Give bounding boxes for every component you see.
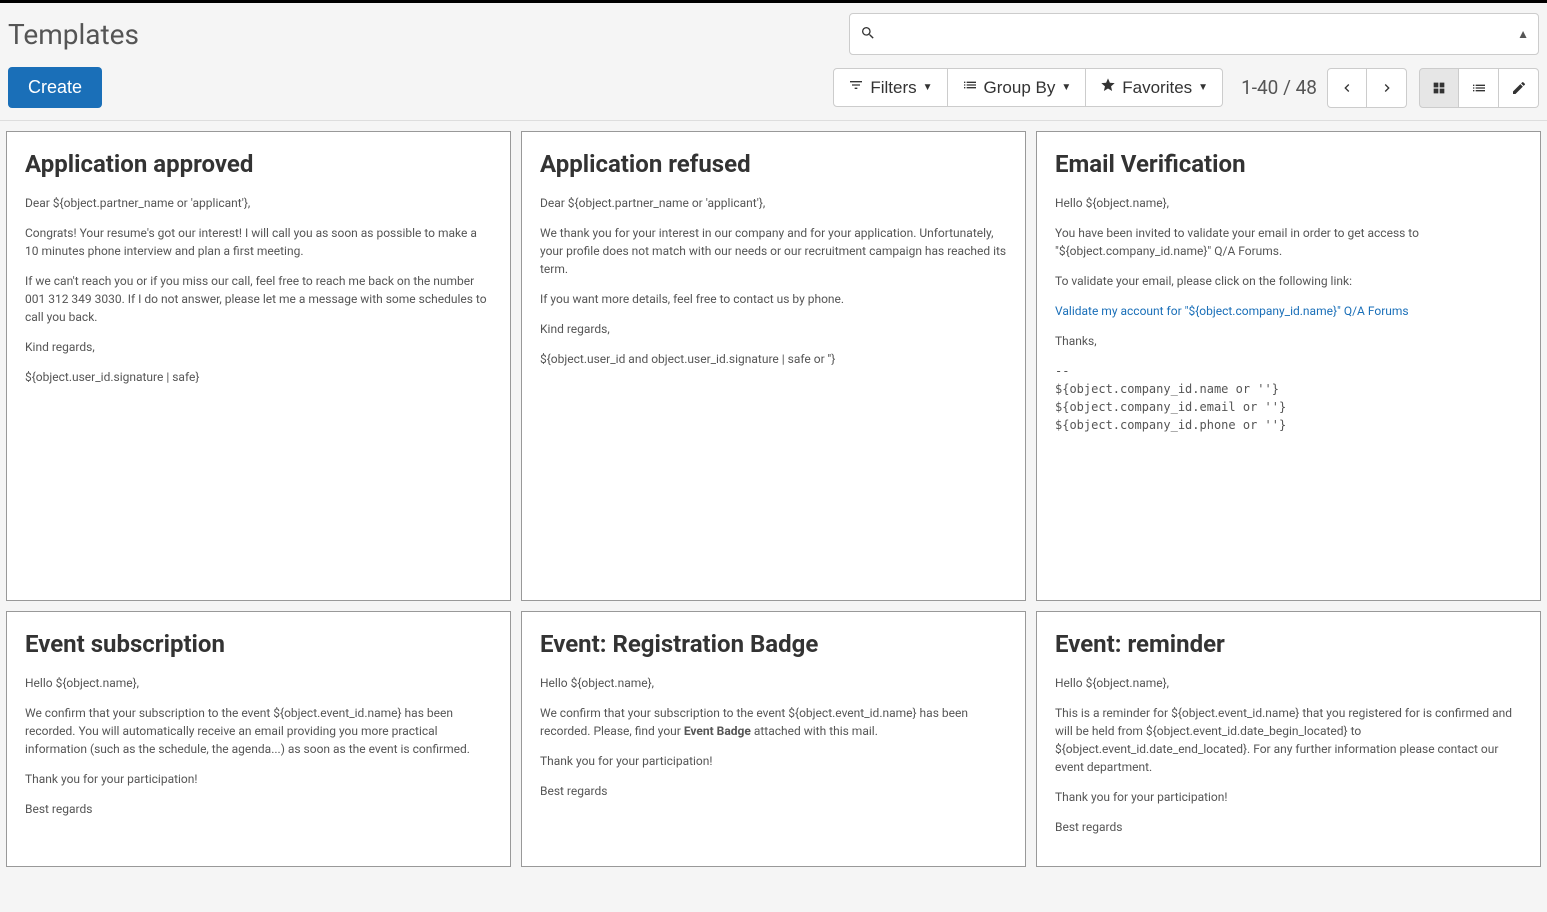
kanban-view-button[interactable] [1419,68,1459,108]
card-text: Hello ${object.name}, [1055,194,1522,212]
card-text: Best regards [1055,818,1522,836]
card-text: Dear ${object.partner_name or 'applicant… [25,194,492,212]
card-text: Hello ${object.name}, [25,674,492,692]
edit-icon [1511,80,1527,96]
card-title: Event: reminder [1055,630,1522,658]
card-title: Event: Registration Badge [540,630,1007,658]
prev-page-button[interactable] [1327,68,1367,108]
form-view-button[interactable] [1499,68,1539,108]
search-icon [860,22,876,46]
collapse-caret-icon[interactable]: ▲ [1517,27,1529,41]
list-icon [1471,80,1487,96]
star-icon [1100,77,1116,98]
favorites-label: Favorites [1122,78,1192,98]
search-input[interactable] [884,25,1528,43]
pager-text: 1-40 / 48 [1241,76,1317,99]
template-card[interactable]: Application refused Dear ${object.partne… [521,131,1026,601]
template-card[interactable]: Event subscription Hello ${object.name},… [6,611,511,867]
card-text: To validate your email, please click on … [1055,272,1522,290]
chevron-left-icon [1339,80,1355,96]
favorites-button[interactable]: Favorites ▼ [1086,68,1223,107]
card-title: Application approved [25,150,492,178]
chevron-down-icon: ▼ [1198,82,1208,93]
page-title: Templates [8,18,139,51]
card-text: If we can't reach you or if you miss our… [25,272,492,326]
card-text: Kind regards, [25,338,492,356]
search-box[interactable] [849,13,1539,55]
pager-buttons [1327,68,1407,108]
kanban-grid: Application approved Dear ${object.partn… [0,121,1547,877]
groupby-button[interactable]: Group By ▼ [948,68,1087,107]
card-text: Thanks, [1055,332,1522,350]
card-text: We confirm that your subscription to the… [540,704,1007,740]
card-signature: -- ${object.company_id.name or ''} ${obj… [1055,362,1522,434]
template-card[interactable]: Event: Registration Badge Hello ${object… [521,611,1026,867]
list-view-button[interactable] [1459,68,1499,108]
card-text: This is a reminder for ${object.event_id… [1055,704,1522,776]
next-page-button[interactable] [1367,68,1407,108]
validate-link[interactable]: Validate my account for "${object.compan… [1055,304,1409,318]
create-button[interactable]: Create [8,67,102,108]
card-text: Hello ${object.name}, [1055,674,1522,692]
card-text: We thank you for your interest in our co… [540,224,1007,278]
card-title: Email Verification [1055,150,1522,178]
card-text: Thank you for your participation! [540,752,1007,770]
card-text: Thank you for your participation! [1055,788,1522,806]
card-text: If you want more details, feel free to c… [540,290,1007,308]
card-text: ${object.user_id.signature | safe} [25,368,492,386]
filters-button[interactable]: Filters ▼ [833,68,947,107]
groupby-label: Group By [984,78,1056,98]
filter-group: Filters ▼ Group By ▼ Favorites ▼ [833,68,1223,107]
card-text: Dear ${object.partner_name or 'applicant… [540,194,1007,212]
template-card[interactable]: Application approved Dear ${object.partn… [6,131,511,601]
grid-icon [1431,80,1447,96]
card-text: Thank you for your participation! [25,770,492,788]
list-icon [962,77,978,98]
filters-label: Filters [870,78,916,98]
chevron-down-icon: ▼ [923,82,933,93]
card-text: ${object.user_id and object.user_id.sign… [540,350,1007,368]
header: Templates ▲ Create Filters ▼ [0,3,1547,121]
filter-icon [848,77,864,98]
card-text: Best regards [540,782,1007,800]
card-title: Application refused [540,150,1007,178]
card-text: Hello ${object.name}, [540,674,1007,692]
chevron-right-icon [1379,80,1395,96]
template-card[interactable]: Event: reminder Hello ${object.name}, Th… [1036,611,1541,867]
card-text: Congrats! Your resume's got our interest… [25,224,492,260]
card-title: Event subscription [25,630,492,658]
template-card[interactable]: Email Verification Hello ${object.name},… [1036,131,1541,601]
card-text: You have been invited to validate your e… [1055,224,1522,260]
card-text: Kind regards, [540,320,1007,338]
card-text: Best regards [25,800,492,818]
chevron-down-icon: ▼ [1061,82,1071,93]
card-text: We confirm that your subscription to the… [25,704,492,758]
view-switcher [1419,68,1539,108]
